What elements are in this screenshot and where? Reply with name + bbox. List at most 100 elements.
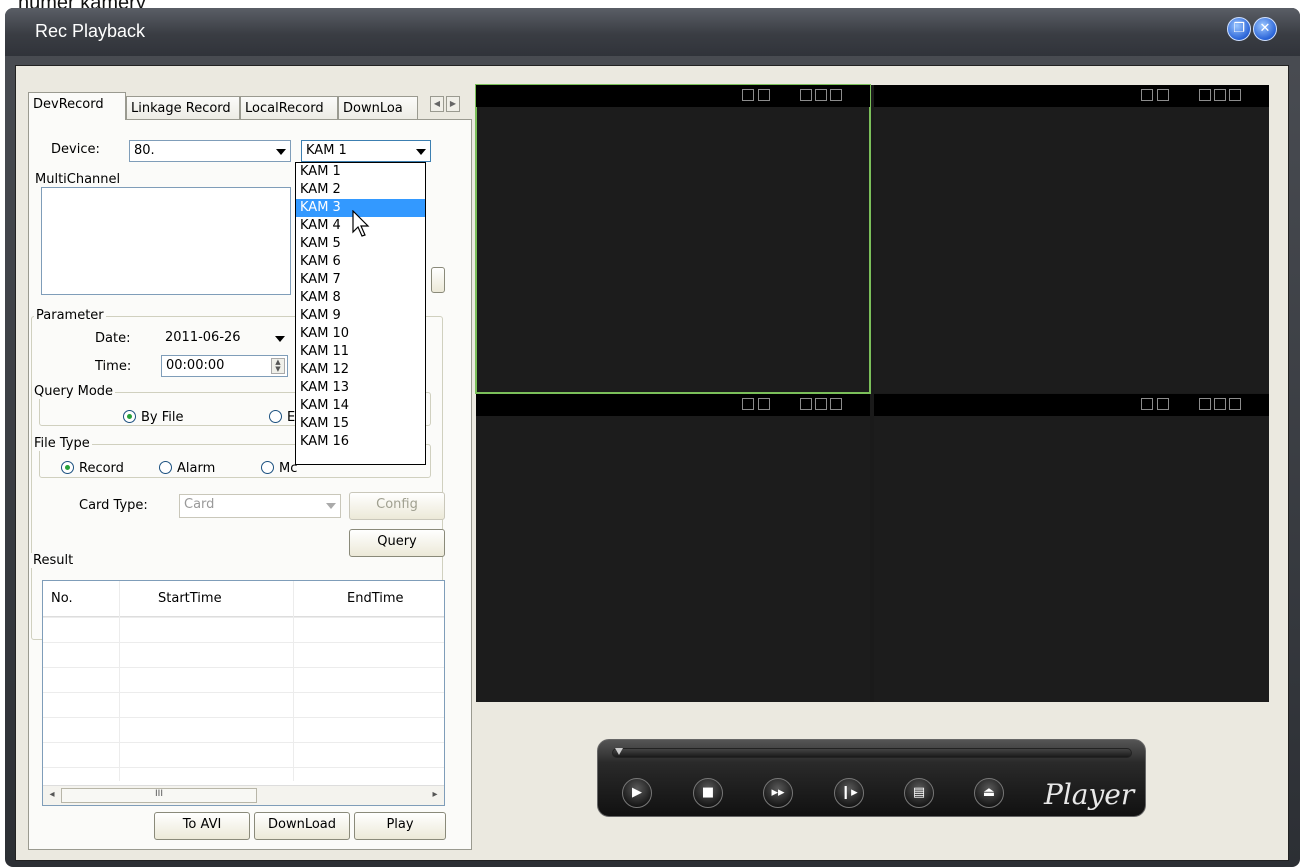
channel-option[interactable]: KAM 15 xyxy=(296,415,425,433)
channel-option[interactable]: KAM 6 xyxy=(296,253,425,271)
radio-unchecked-icon xyxy=(261,461,274,474)
pane-toolbar xyxy=(874,394,1269,416)
tab-scroll-right-icon[interactable]: ▶ xyxy=(446,96,460,112)
channel-option[interactable]: KAM 12 xyxy=(296,361,425,379)
close-pane-icon[interactable] xyxy=(1229,398,1241,410)
time-field[interactable]: 00:00:00 ▲ ▼ xyxy=(161,355,288,377)
playlist-icon[interactable]: ▤ xyxy=(904,778,934,808)
channel-option[interactable]: KAM 11 xyxy=(296,343,425,361)
channel-option[interactable]: KAM 13 xyxy=(296,379,425,397)
snapshot-icon[interactable] xyxy=(1199,398,1211,410)
close-pane-icon[interactable] xyxy=(1229,89,1241,101)
column-divider xyxy=(119,581,120,781)
audio-icon[interactable] xyxy=(1214,89,1226,101)
video-pane-2[interactable] xyxy=(874,85,1269,393)
result-title: Result xyxy=(31,553,76,568)
table-row xyxy=(43,642,444,643)
tab-linkage-record[interactable]: Linkage Record xyxy=(126,96,240,120)
step-frame-icon[interactable]: ❙▸ xyxy=(834,778,864,808)
spinner-icon[interactable]: ▲ ▼ xyxy=(271,358,285,374)
quad-view-icon[interactable] xyxy=(758,398,770,410)
single-view-icon[interactable] xyxy=(1141,89,1153,101)
radio-checked-icon xyxy=(61,461,74,474)
motion-radio[interactable]: Mc xyxy=(261,461,297,476)
audio-icon[interactable] xyxy=(815,398,827,410)
scroll-left-icon[interactable]: ◂ xyxy=(45,788,59,803)
alarm-radio[interactable]: Alarm xyxy=(159,461,215,476)
channel-option[interactable]: KAM 14 xyxy=(296,397,425,415)
card-type-select[interactable]: Card xyxy=(179,494,341,518)
record-tabs: DevRecord Linkage Record LocalRecord Dow… xyxy=(28,92,472,120)
video-pane-4[interactable] xyxy=(874,394,1269,702)
audio-icon[interactable] xyxy=(815,89,827,101)
channel-option[interactable]: KAM 1 xyxy=(296,163,425,181)
single-view-icon[interactable] xyxy=(1141,398,1153,410)
result-table: No. StartTime EndTime ◂ III ▸ xyxy=(42,580,445,806)
tab-localrecord[interactable]: LocalRecord xyxy=(240,96,338,120)
quad-view-icon[interactable] xyxy=(1157,398,1169,410)
multichannel-title: MultiChannel xyxy=(33,172,123,187)
channel-option[interactable]: KAM 16 xyxy=(296,433,425,451)
quad-view-icon[interactable] xyxy=(1157,89,1169,101)
quad-view-icon[interactable] xyxy=(758,89,770,101)
single-view-icon[interactable] xyxy=(742,398,754,410)
col-no[interactable]: No. xyxy=(51,581,73,617)
download-button[interactable]: DownLoad xyxy=(254,812,350,840)
single-view-icon[interactable] xyxy=(742,89,754,101)
snapshot-icon[interactable] xyxy=(800,89,812,101)
audio-icon[interactable] xyxy=(1214,398,1226,410)
col-endtime[interactable]: EndTime xyxy=(347,581,404,617)
channel-option[interactable]: KAM 8 xyxy=(296,289,425,307)
restore-button[interactable]: ❐ xyxy=(1227,17,1251,41)
chevron-down-icon xyxy=(276,149,286,155)
time-label: Time: xyxy=(95,359,132,374)
date-picker[interactable]: 2011-06-26 xyxy=(161,328,287,350)
col-starttime[interactable]: StartTime xyxy=(158,581,222,617)
video-pane-3[interactable] xyxy=(476,394,870,702)
scroll-thumb[interactable]: III xyxy=(61,788,257,803)
by-time-radio[interactable]: E xyxy=(269,410,295,425)
channel-option[interactable]: KAM 9 xyxy=(296,307,425,325)
snapshot-icon[interactable] xyxy=(800,398,812,410)
snapshot-icon[interactable] xyxy=(1199,89,1211,101)
close-button[interactable]: ✕ xyxy=(1253,17,1277,41)
eject-icon[interactable]: ⏏ xyxy=(974,778,1004,808)
multichannel-side-button[interactable] xyxy=(431,267,445,293)
chevron-down-icon xyxy=(416,149,426,155)
fast-forward-icon[interactable]: ▸▸ xyxy=(763,778,793,808)
progress-knob-icon[interactable] xyxy=(615,748,623,755)
channel-option[interactable]: KAM 7 xyxy=(296,271,425,289)
device-select[interactable]: 80. xyxy=(129,140,291,162)
multichannel-list[interactable] xyxy=(41,187,291,295)
record-radio[interactable]: Record xyxy=(61,461,124,476)
tab-download[interactable]: DownLoa xyxy=(338,96,418,120)
time-value: 00:00:00 xyxy=(166,358,225,373)
radio-unchecked-icon xyxy=(269,410,282,423)
config-button[interactable]: Config xyxy=(349,492,445,520)
tab-devrecord[interactable]: DevRecord xyxy=(28,92,126,120)
column-divider xyxy=(293,581,294,781)
play-icon[interactable]: ▶ xyxy=(622,778,652,808)
play-button[interactable]: Play xyxy=(354,812,446,840)
scroll-right-icon[interactable]: ▸ xyxy=(428,788,442,803)
tab-scroll-left-icon[interactable]: ◀ xyxy=(430,96,444,112)
channel-value: KAM 1 xyxy=(306,143,347,158)
alarm-label: Alarm xyxy=(177,461,216,476)
stop-icon[interactable]: ■ xyxy=(693,778,723,808)
horizontal-scrollbar[interactable]: ◂ III ▸ xyxy=(43,785,444,805)
table-row xyxy=(43,692,444,693)
channel-select[interactable]: KAM 1 xyxy=(301,140,431,162)
progress-track[interactable] xyxy=(612,748,1132,758)
video-pane-1[interactable] xyxy=(475,84,871,394)
query-button[interactable]: Query xyxy=(349,529,445,557)
to-avi-button[interactable]: To AVI xyxy=(154,812,250,840)
device-value: 80. xyxy=(134,143,155,158)
close-pane-icon[interactable] xyxy=(830,398,842,410)
table-row xyxy=(43,742,444,743)
by-file-radio[interactable]: By File xyxy=(123,410,184,425)
close-pane-icon[interactable] xyxy=(830,89,842,101)
pane-toolbar xyxy=(874,85,1269,107)
channel-option[interactable]: KAM 10 xyxy=(296,325,425,343)
channel-option[interactable]: KAM 2 xyxy=(296,181,425,199)
device-label: Device: xyxy=(51,142,100,157)
